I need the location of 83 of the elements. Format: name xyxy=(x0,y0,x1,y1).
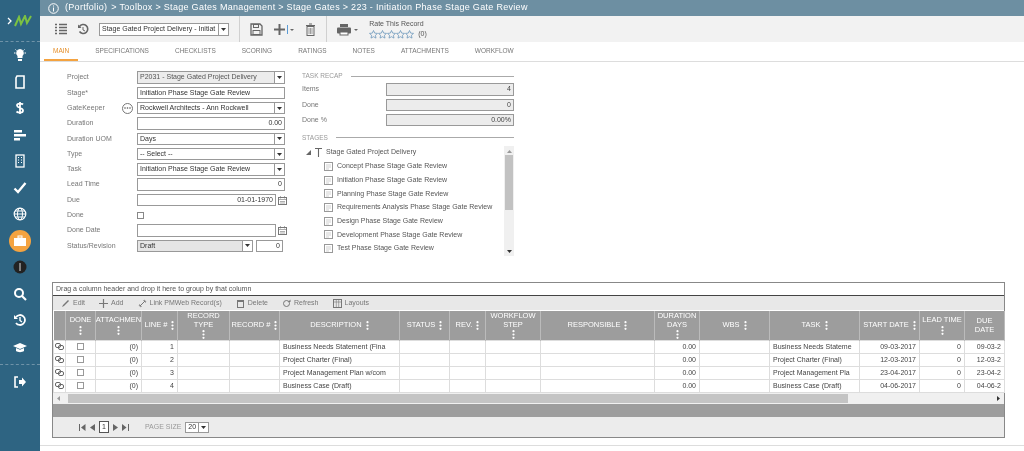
trash-icon xyxy=(235,298,245,308)
lightbulb-icon xyxy=(13,48,27,63)
star-icon[interactable] xyxy=(378,29,388,39)
star-icon[interactable] xyxy=(405,29,415,39)
next-page-icon[interactable] xyxy=(112,423,118,431)
date-field[interactable] xyxy=(137,224,276,237)
caret-down-icon xyxy=(245,244,250,248)
horizontal-scrollbar[interactable] xyxy=(53,393,1004,404)
printer-icon[interactable] xyxy=(337,22,360,36)
kebab-menu-icon[interactable] xyxy=(940,325,944,335)
info-icon xyxy=(48,2,59,14)
document-icon xyxy=(324,244,333,254)
caret-down-icon xyxy=(277,137,282,141)
caret-down-icon xyxy=(277,152,282,156)
kebab-menu-icon[interactable] xyxy=(439,321,443,330)
scroll-right-icon xyxy=(997,396,1000,401)
coin-icon xyxy=(13,260,27,275)
document-icon xyxy=(324,161,333,171)
dollar-icon xyxy=(13,101,27,116)
briefcase-icon xyxy=(13,233,27,248)
calendar-icon[interactable] xyxy=(278,195,287,205)
checkbox[interactable] xyxy=(137,211,144,219)
text-t-icon xyxy=(315,148,322,158)
star-icon[interactable] xyxy=(369,29,379,39)
kebab-menu-icon[interactable] xyxy=(117,325,120,335)
checkmark-icon xyxy=(13,180,27,195)
expanded-triangle-icon[interactable] xyxy=(306,150,311,156)
plus-icon xyxy=(99,298,109,308)
rating-stars[interactable] xyxy=(369,29,415,39)
caret-down-icon xyxy=(201,425,207,429)
checkbox[interactable] xyxy=(77,356,84,364)
document-icon xyxy=(324,230,333,240)
last-page-icon[interactable] xyxy=(121,423,129,431)
add-icon[interactable] xyxy=(273,22,296,36)
history-icon xyxy=(13,313,27,328)
kebab-menu-icon[interactable] xyxy=(171,321,175,330)
logo-icon xyxy=(7,14,33,27)
kebab-menu-icon[interactable] xyxy=(202,330,205,339)
scroll-left-icon xyxy=(57,396,60,401)
logout-icon xyxy=(13,375,27,390)
kebab-menu-icon[interactable] xyxy=(274,321,278,330)
save-icon[interactable] xyxy=(250,22,264,36)
caret-down-icon xyxy=(277,76,282,80)
vertical-scrollbar[interactable] xyxy=(504,145,514,256)
more-button[interactable] xyxy=(122,102,133,114)
kebab-menu-icon[interactable] xyxy=(743,321,747,330)
checkbox[interactable] xyxy=(77,343,84,351)
document-icon xyxy=(324,175,333,185)
globe-icon xyxy=(13,207,27,222)
history-icon[interactable] xyxy=(77,23,89,35)
document-icon xyxy=(324,203,333,212)
document-icon xyxy=(13,74,27,89)
caret-down-icon xyxy=(277,106,282,110)
kebab-menu-icon[interactable] xyxy=(476,321,480,330)
breadcrumb-link[interactable]: (Portfolio) xyxy=(65,1,108,15)
checkbox[interactable] xyxy=(77,382,84,390)
trash-icon[interactable] xyxy=(305,22,317,36)
kebab-menu-icon[interactable] xyxy=(365,321,369,330)
kebab-menu-icon[interactable] xyxy=(511,330,515,339)
search-icon xyxy=(13,286,27,301)
first-page-icon[interactable] xyxy=(79,423,86,431)
breadcrumb-path: > Toolbox > Stage Gates Management > Stage Gates > 223 - Initiation Phase Stage Gate Review xyxy=(111,1,528,15)
document-icon xyxy=(324,189,333,199)
caret-down-icon xyxy=(221,27,227,31)
kebab-menu-icon[interactable] xyxy=(79,325,82,335)
pencil-icon xyxy=(61,298,70,308)
checkbox[interactable] xyxy=(77,369,84,377)
star-icon[interactable] xyxy=(396,29,406,39)
list-icon[interactable] xyxy=(54,23,67,35)
scroll-down-icon xyxy=(506,249,512,253)
star-icon[interactable] xyxy=(387,29,397,39)
previous-page-icon[interactable] xyxy=(90,423,95,431)
kebab-menu-icon[interactable] xyxy=(824,321,828,330)
bar-chart-icon xyxy=(13,127,27,142)
document-icon xyxy=(324,216,333,226)
calendar-icon[interactable] xyxy=(278,226,287,236)
building-icon xyxy=(13,154,27,169)
kebab-menu-icon[interactable] xyxy=(912,321,916,330)
kebab-menu-icon[interactable] xyxy=(675,330,679,339)
caret-down-icon xyxy=(277,167,282,171)
ellipsis-icon xyxy=(124,107,131,110)
columns-icon xyxy=(332,298,342,308)
kebab-menu-icon[interactable] xyxy=(624,321,628,330)
